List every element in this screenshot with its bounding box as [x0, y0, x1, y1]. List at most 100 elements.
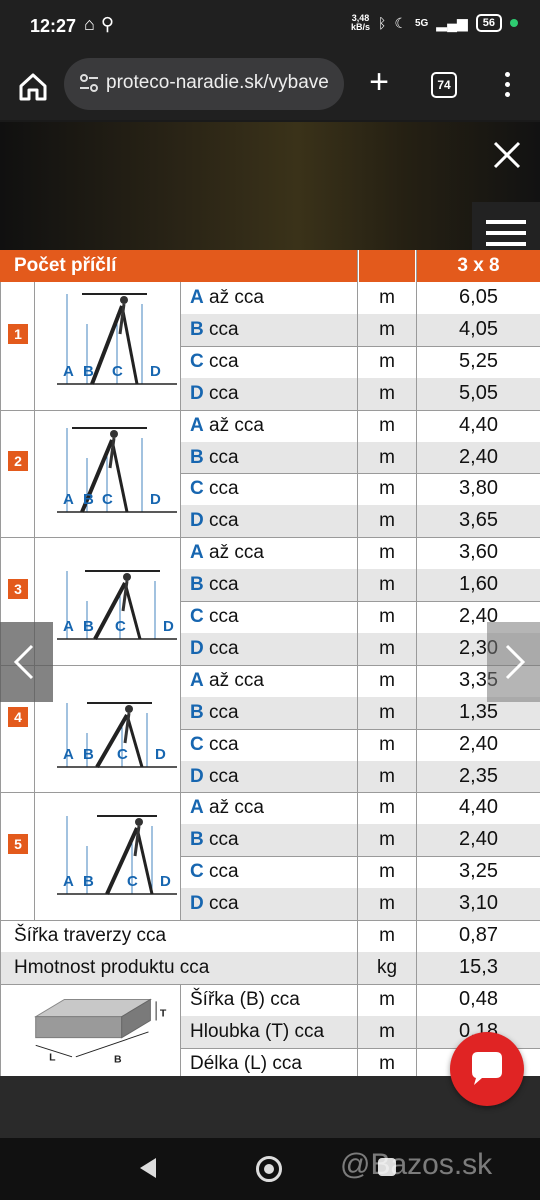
spec-value-weight: 15,3 — [459, 955, 498, 978]
spec-unit: m — [379, 446, 395, 468]
previous-image-button[interactable] — [0, 622, 53, 702]
spec-value: 3,10 — [459, 892, 498, 915]
address-bar[interactable]: proteco-naradie.sk/vybave — [64, 58, 344, 110]
tab-switcher-button[interactable]: 74 — [431, 72, 457, 98]
table-header-label: Počet příčlí — [0, 250, 357, 282]
bluetooth-icon: ᛒ — [377, 15, 387, 31]
spec-label: B cca — [190, 824, 239, 855]
spec-label: D cca — [190, 378, 239, 409]
spec-value: 5,05 — [459, 381, 498, 404]
spec-unit: m — [379, 893, 395, 915]
package-label-l: L — [49, 1051, 56, 1063]
spec-label: C cca — [190, 856, 239, 887]
nav-home-icon[interactable] — [256, 1156, 282, 1182]
spec-value: 4,40 — [459, 796, 498, 819]
diagram-label-d: D — [155, 746, 166, 763]
spec-unit-weight: kg — [376, 956, 398, 978]
site-settings-icon[interactable] — [78, 72, 100, 94]
spec-value: 3,65 — [459, 509, 498, 532]
dimension-text: až cca — [203, 287, 264, 308]
dimension-text: až cca — [203, 797, 264, 819]
spec-unit: m — [379, 701, 395, 723]
close-icon[interactable] — [490, 138, 524, 172]
spec-unit: m — [379, 606, 395, 627]
ladder-position-diagram: AB C D — [57, 570, 177, 641]
status-right: 3,48 kB/s ᛒ ☾ 5G ▂▄▆ 56 — [351, 14, 518, 32]
dimension-text: cca — [203, 446, 239, 468]
dimension-letter: A — [190, 287, 204, 308]
dimension-letter: A — [190, 669, 204, 691]
spec-value: 4,05 — [459, 317, 498, 340]
ladder-position-diagram: AB C D — [57, 815, 177, 896]
spec-label: C cca — [190, 346, 239, 377]
privacy-dot-icon — [510, 19, 518, 27]
package-label: Délka (L) cca — [190, 1052, 302, 1074]
spec-value: 2,40 — [459, 732, 498, 755]
spec-unit: m — [379, 350, 395, 372]
dimension-text: cca — [203, 382, 239, 404]
dimension-text: až cca — [203, 542, 264, 564]
spec-unit: m — [379, 382, 395, 404]
spec-value: 2,40 — [459, 828, 498, 851]
diagram-label-b: B — [83, 746, 94, 763]
spec-unit: m — [379, 510, 395, 532]
dimension-text: až cca — [203, 414, 264, 436]
dimension-letter: B — [190, 446, 204, 468]
package-unit: m — [379, 1020, 395, 1042]
dimension-letter: B — [190, 829, 204, 851]
position-number: 5 — [8, 834, 28, 855]
diagram-label-a: A — [63, 873, 74, 890]
diagram-label-d: D — [160, 873, 171, 890]
dimension-text: cca — [203, 637, 239, 659]
chat-bubble-icon — [472, 1052, 502, 1085]
dimension-text: cca — [203, 350, 239, 372]
spec-unit: m — [379, 669, 395, 691]
spec-unit: m — [379, 414, 395, 436]
column-divider — [180, 282, 181, 920]
spec-label: B cca — [190, 314, 239, 345]
spec-label: B cca — [190, 442, 239, 473]
dimension-text: cca — [203, 574, 239, 596]
dimension-text: cca — [203, 318, 239, 340]
network-type: 5G — [414, 17, 429, 29]
dimension-text: cca — [203, 701, 239, 723]
new-tab-plus-icon[interactable]: + — [362, 62, 396, 104]
spec-unit: m — [379, 478, 395, 500]
diagram-label-a: A — [63, 618, 74, 635]
dimension-letter: C — [190, 733, 204, 755]
chat-button[interactable] — [450, 1032, 524, 1106]
notification-icons: ⌂⚲ — [84, 14, 120, 35]
url-text[interactable]: proteco-naradie.sk/vybave — [106, 72, 338, 94]
dimension-letter: C — [190, 478, 204, 500]
nav-back-icon[interactable] — [140, 1158, 156, 1178]
next-image-button[interactable] — [487, 622, 540, 702]
spec-unit: m — [379, 829, 395, 851]
spec-value: 1,60 — [459, 573, 498, 596]
package-unit: m — [379, 1052, 395, 1074]
package-value: 0,48 — [459, 987, 498, 1010]
package-label: Šířka (B) cca — [190, 988, 300, 1010]
dimension-text: cca — [203, 510, 239, 532]
diagram-label-c: C — [102, 491, 113, 508]
diagram-label-a: A — [63, 491, 74, 508]
position-number: 3 — [8, 579, 28, 599]
spec-unit: m — [379, 574, 395, 596]
product-spec-table: Počet příčlí 3 x 8 A až cca m 6,05 B cca m 4,… — [0, 250, 540, 1076]
spec-unit: m — [379, 287, 395, 308]
browser-menu-icon[interactable] — [498, 68, 518, 100]
chevron-left-icon — [13, 644, 34, 680]
watermark: @Bazos.sk — [340, 1148, 493, 1181]
spec-label: A až cca — [190, 537, 264, 568]
diagram-label-c: C — [115, 618, 126, 635]
spec-label: D cca — [190, 505, 239, 536]
position-number: 2 — [8, 451, 28, 472]
dimension-text: cca — [203, 829, 239, 851]
spec-label: C cca — [190, 473, 239, 504]
diagram-label-b: B — [83, 618, 94, 635]
dimension-letter: B — [190, 574, 204, 596]
status-time: 12:27 — [30, 16, 77, 36]
status-bar: 12:27 ⌂⚲ 3,48 kB/s ᛒ ☾ 5G ▂▄▆ 56 — [0, 0, 540, 54]
home-icon[interactable] — [16, 70, 50, 104]
spec-unit-traverse: m — [379, 925, 395, 946]
dimension-text: cca — [203, 478, 239, 500]
